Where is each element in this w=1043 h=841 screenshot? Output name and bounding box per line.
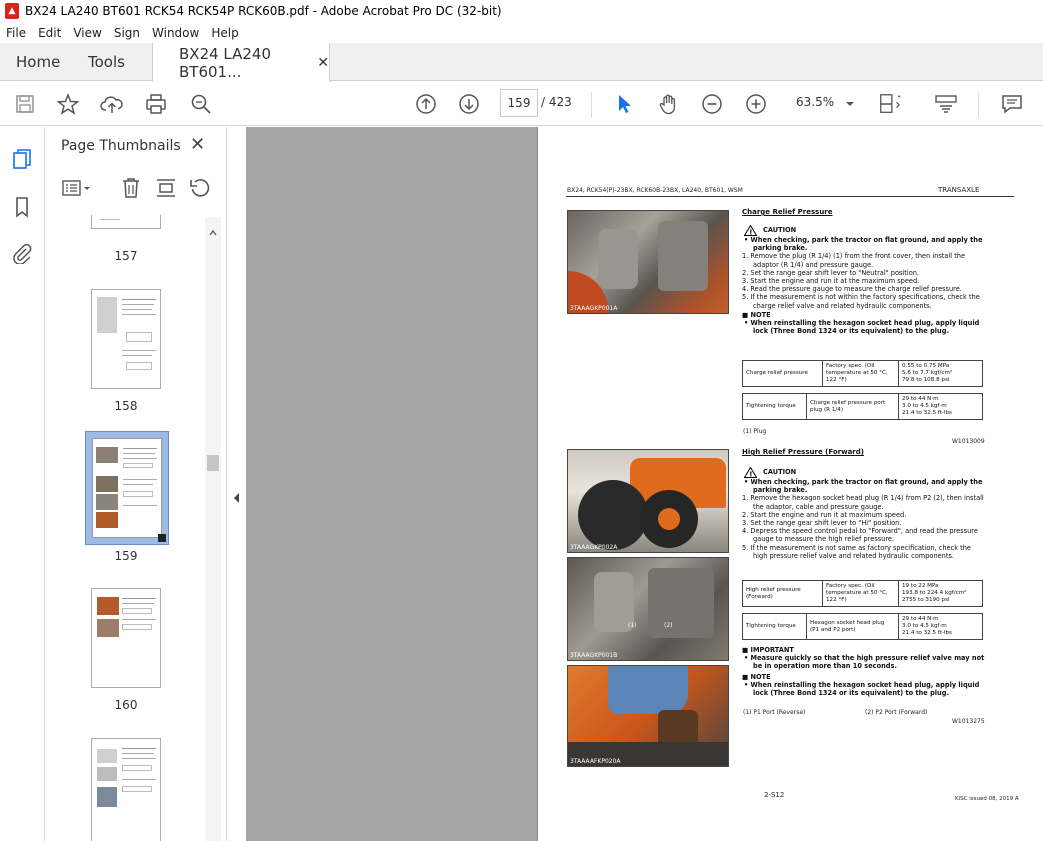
menu-edit[interactable]: Edit [32,26,67,40]
zoom-in-icon[interactable] [744,92,768,116]
zoom-level-input[interactable]: 63.5% [796,95,834,109]
reference-note: (2) P2 Port (Forward) [865,709,928,716]
photo-charge-relief: 3TAAAGKP001A [567,210,729,314]
photo-caption: 3TAAAGKP002A [570,544,618,551]
pdf-icon: ▲ [5,3,19,19]
tab-bar: Home Tools BX24 LA240 BT601... ✕ [0,43,1043,82]
spec-table-charge-torque: Tightening torque Charge relief pressure … [742,393,983,420]
scroll-thumb[interactable] [207,455,219,471]
zoom-search-icon[interactable] [189,92,213,116]
thumbnail-label: 159 [114,549,138,563]
upload-icon[interactable] [100,92,124,116]
attachment-icon[interactable] [10,241,34,265]
photo-tractor-jack: 3TAAAGKP002A [567,449,729,553]
spec-table-charge-pressure: Charge relief pressure Factory spec. (Oil… [742,360,983,387]
photo-caption: 3TAAAGKP001B [570,652,618,659]
menu-file[interactable]: File [0,26,32,40]
thumbnail-panel: Page Thumbnails ✕ 157 158 159 160 [45,127,227,841]
caution-block: ! CAUTION • When checking, park the trac… [742,225,983,336]
section-code: W1013275 [952,718,985,725]
thumbnail-scrollbar[interactable] [205,217,221,841]
zoom-out-icon[interactable] [700,92,724,116]
collapse-arrow-icon[interactable] [233,488,240,507]
thumbnail-list[interactable]: 157 158 159 160 [45,215,207,841]
thumbnail-label: 160 [114,698,138,712]
pdf-page: BX24, RCK54(P)-23BX, RCK60B-23BX, LA240,… [537,127,1043,841]
thumbnail-panel-title: Page Thumbnails [61,138,181,154]
fit-page-icon[interactable] [878,92,902,116]
scroll-mode-icon[interactable] [934,92,958,116]
previous-page-icon[interactable] [414,92,438,116]
select-cursor-icon[interactable] [612,92,636,116]
svg-text:!: ! [749,229,752,237]
thumbnail-page-157[interactable] [91,215,161,229]
page-thumbnails-icon[interactable] [10,147,34,171]
window-titlebar: ▲ BX24 LA240 BT601 RCK54 RCK54P RCK60B.p… [0,0,1043,22]
scroll-up-icon[interactable] [209,221,217,240]
page-footer-right: KiSC issued 08, 2019 A [955,796,1019,802]
photo-caption: 3TAAAAFKP020A [570,758,621,765]
warning-icon: ! [744,467,757,478]
thumbnail-page-160[interactable] [91,588,161,688]
thumbnail-page-158[interactable] [91,289,161,389]
menu-view[interactable]: View [67,26,107,40]
close-panel-icon[interactable]: ✕ [190,134,205,155]
section-title-high-relief: High Relief Pressure (Forward) [742,448,864,456]
photo-speed-pedal: 3TAAAAFKP020A [567,665,729,767]
navigation-rail [0,127,45,841]
zoom-dropdown-chevron-icon[interactable] [838,92,862,116]
hand-tool-icon[interactable] [656,92,680,116]
caution-block: ! CAUTION • When checking, park the trac… [742,467,984,560]
page-header-left: BX24, RCK54(P)-23BX, RCK60B-23BX, LA240,… [567,187,743,194]
tab-document[interactable]: BX24 LA240 BT601... ✕ [152,43,330,82]
save-icon[interactable] [13,92,37,116]
warning-icon: ! [744,225,757,236]
thumbnail-options-icon[interactable] [62,179,92,201]
important-note-block: ■ IMPORTANT • Measure quickly so that th… [742,646,985,698]
comment-icon[interactable] [1000,92,1024,116]
rotate-page-icon[interactable] [189,177,211,203]
next-page-icon[interactable] [457,92,481,116]
delete-page-icon[interactable] [121,177,141,203]
section-code: W1013009 [952,438,985,445]
spec-table-high-pressure: High relief pressure (Forward) Factory sp… [742,580,983,607]
bookmark-icon[interactable] [10,195,34,219]
tab-home[interactable]: Home [16,43,60,81]
tab-document-label: BX24 LA240 BT601... [179,44,272,81]
thumbnail-label: 158 [114,399,138,413]
page-total: / 423 [541,95,572,109]
star-icon[interactable] [56,92,80,116]
menu-bar: File Edit View Sign Window Help [0,22,1043,43]
reference-note: (1) Plug [743,428,767,435]
window-title: BX24 LA240 BT601 RCK54 RCK54P RCK60B.pdf… [25,4,502,18]
menu-help[interactable]: Help [205,26,244,40]
thumbnail-page-161[interactable] [91,738,161,841]
close-tab-icon[interactable]: ✕ [317,55,329,71]
thumbnail-label: 157 [114,249,138,263]
print-icon[interactable] [144,92,168,116]
spec-table-high-torque: Tightening torque Hexagon socket head plu… [742,613,983,640]
photo-caption: 3TAAAGKP001A [570,305,618,312]
thumbnail-toolbar [45,173,227,205]
menu-sign[interactable]: Sign [108,26,146,40]
section-title-charge-relief: Charge Relief Pressure [742,208,833,216]
photo-port-plugs: (1) (2) 3TAAAGKP001B [567,557,729,661]
page-number-label: 2-S12 [764,791,785,799]
page-header-right: TRANSAXLE [938,186,980,194]
page-number-input[interactable]: 159 [500,89,538,117]
reference-note: (1) P1 Port (Reverse) [743,709,806,716]
extract-page-icon[interactable] [155,177,177,203]
thumbnail-page-159-selected[interactable] [85,431,169,545]
panel-collapse-handle[interactable] [227,127,246,841]
svg-text:!: ! [749,471,752,479]
tab-tools[interactable]: Tools [88,43,125,81]
menu-window[interactable]: Window [146,26,205,40]
